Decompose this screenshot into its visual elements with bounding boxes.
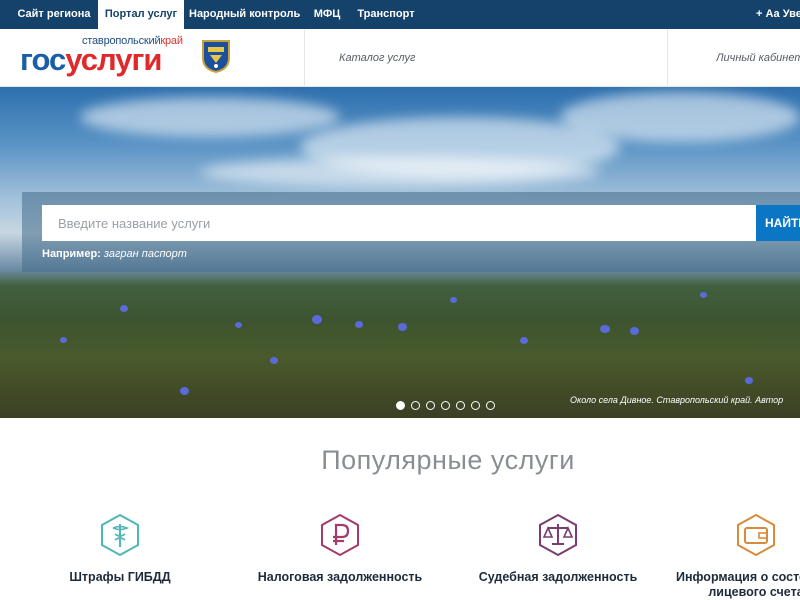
tab-mfc[interactable]: МФЦ bbox=[306, 0, 348, 29]
service-account-info[interactable]: Информация о состоянии лицевого счета bbox=[676, 512, 800, 600]
personal-cabinet-link[interactable]: Личный кабинет bbox=[716, 29, 800, 87]
slider-dot[interactable] bbox=[456, 401, 465, 410]
hero-flower bbox=[745, 377, 753, 384]
top-nav-bar: Сайт региона Портал услуг Народный контр… bbox=[0, 0, 800, 29]
service-icon-wrap bbox=[733, 512, 779, 558]
hero-flower bbox=[312, 315, 322, 324]
service-traffic-fines[interactable]: Штрафы ГИБДД bbox=[20, 512, 220, 585]
hero-flower bbox=[520, 337, 528, 344]
hero-flower bbox=[355, 321, 363, 328]
service-label: Информация о состоянии лицевого счета bbox=[676, 570, 800, 599]
gosuslugi-logo[interactable]: ставропольскийкрай госуслуги bbox=[20, 31, 240, 83]
header-divider bbox=[667, 29, 668, 87]
search-panel: НАЙТИ Например: загран паспорт bbox=[22, 192, 800, 272]
logo-region-accent: край bbox=[160, 35, 183, 47]
service-search-input[interactable] bbox=[42, 205, 756, 241]
site-header: ставропольскийкрай госуслуги Каталог усл… bbox=[0, 29, 800, 87]
coat-of-arms-icon bbox=[202, 40, 230, 74]
tab-services-portal[interactable]: Портал услуг bbox=[98, 0, 184, 29]
hero-flower bbox=[398, 323, 407, 331]
service-label: Судебная задолженность bbox=[478, 570, 638, 584]
hero-flower bbox=[600, 325, 610, 333]
hero-flower bbox=[450, 297, 457, 303]
photo-caption: Около села Дивное. Ставропольский край. … bbox=[570, 395, 784, 405]
service-icon-wrap bbox=[535, 512, 581, 558]
slider-dot[interactable] bbox=[411, 401, 420, 410]
tab-region-site[interactable]: Сайт региона bbox=[11, 0, 97, 29]
slider-dot[interactable] bbox=[471, 401, 480, 410]
caduceus-icon bbox=[101, 513, 139, 557]
font-size-toggle[interactable]: + Аа Увеличить bbox=[756, 0, 800, 29]
search-button[interactable]: НАЙТИ bbox=[756, 205, 800, 241]
search-hint-example[interactable]: загран паспорт bbox=[104, 248, 187, 260]
slider-dot[interactable] bbox=[441, 401, 450, 410]
header-divider bbox=[304, 29, 305, 87]
logo-mark-blue: гос bbox=[20, 42, 66, 77]
hero-cloud bbox=[560, 92, 800, 142]
hero-flower bbox=[120, 305, 128, 312]
search-hint-label: Например: bbox=[42, 248, 101, 260]
catalog-link[interactable]: Каталог услуг bbox=[339, 29, 415, 87]
service-label: Налоговая задолженность bbox=[257, 570, 423, 584]
hero-cloud bbox=[200, 157, 600, 187]
service-icon-wrap bbox=[317, 512, 363, 558]
hero-flower bbox=[270, 357, 278, 364]
service-court-debt[interactable]: Судебная задолженность bbox=[458, 512, 658, 585]
hero-banner: НАЙТИ Например: загран паспорт Около сел… bbox=[0, 87, 800, 418]
hero-flower bbox=[60, 337, 67, 343]
service-icon-wrap bbox=[97, 512, 143, 558]
tab-people-control[interactable]: Народный контроль bbox=[189, 0, 300, 29]
hero-flower bbox=[700, 292, 707, 298]
wallet-icon bbox=[737, 513, 775, 557]
hero-cloud bbox=[80, 97, 340, 137]
slider-dot[interactable] bbox=[396, 401, 405, 410]
hero-flower bbox=[630, 327, 639, 335]
scales-icon bbox=[539, 513, 577, 557]
service-label: Штрафы ГИБДД bbox=[69, 570, 171, 584]
search-hint: Например: загран паспорт bbox=[42, 248, 187, 260]
popular-services-title: Популярные услуги bbox=[321, 445, 575, 475]
tab-transport[interactable]: Транспорт bbox=[354, 0, 418, 29]
hero-flower bbox=[235, 322, 242, 328]
slider-dot[interactable] bbox=[486, 401, 495, 410]
logo-mark-red: услуги bbox=[65, 42, 162, 77]
hero-flower bbox=[180, 387, 189, 395]
slider-dots bbox=[396, 401, 501, 411]
ruble-icon bbox=[321, 513, 359, 557]
logo-mark: госуслуги bbox=[20, 40, 162, 80]
service-tax-debt[interactable]: Налоговая задолженность bbox=[240, 512, 440, 585]
slider-dot[interactable] bbox=[426, 401, 435, 410]
